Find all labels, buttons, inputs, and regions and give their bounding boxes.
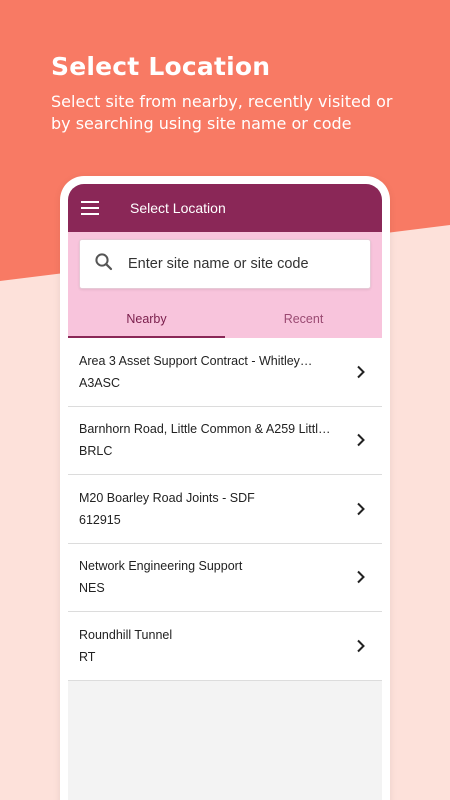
chevron-right-icon xyxy=(354,502,368,516)
app-bar-title: Select Location xyxy=(130,200,226,216)
search-container xyxy=(68,232,382,299)
site-code: 612915 xyxy=(79,512,121,527)
tab-recent[interactable]: Recent xyxy=(225,299,382,338)
list-item[interactable]: Roundhill Tunnel RT xyxy=(68,612,382,681)
promo-title: Select Location xyxy=(51,52,271,81)
search-icon xyxy=(94,252,114,277)
site-list: Area 3 Asset Support Contract - Whitley…… xyxy=(68,338,382,681)
app-bar: Select Location xyxy=(68,184,382,232)
site-name: Roundhill Tunnel xyxy=(79,627,173,642)
search-box[interactable] xyxy=(79,239,371,289)
site-code: A3ASC xyxy=(79,375,120,390)
site-name: Network Engineering Support xyxy=(79,559,243,574)
site-code: RT xyxy=(79,649,96,664)
promo-subtitle: Select site from nearby, recently visite… xyxy=(51,92,393,133)
site-code: NES xyxy=(79,581,105,596)
site-code: BRLC xyxy=(79,444,113,459)
list-item[interactable]: Barnhorn Road, Little Common & A259 Litt… xyxy=(68,407,382,475)
chevron-right-icon xyxy=(354,433,368,447)
list-item[interactable]: Network Engineering Support NES xyxy=(68,544,382,612)
tab-nearby[interactable]: Nearby xyxy=(68,299,225,338)
list-item[interactable]: M20 Boarley Road Joints - SDF 612915 xyxy=(68,475,382,544)
site-name: Barnhorn Road, Little Common & A259 Litt… xyxy=(79,422,331,437)
search-input[interactable] xyxy=(128,256,348,272)
chevron-right-icon xyxy=(354,365,368,379)
tab-bar: Nearby Recent xyxy=(68,299,382,338)
site-name: M20 Boarley Road Joints - SDF xyxy=(79,490,255,505)
chevron-right-icon xyxy=(354,639,368,653)
hamburger-menu-icon[interactable] xyxy=(68,184,112,232)
site-name: Area 3 Asset Support Contract - Whitley… xyxy=(79,353,313,368)
chevron-right-icon xyxy=(354,570,368,584)
app-screen: Select Location Nearby Recent Area 3 Ass… xyxy=(68,184,382,800)
list-item[interactable]: Area 3 Asset Support Contract - Whitley…… xyxy=(68,338,382,407)
